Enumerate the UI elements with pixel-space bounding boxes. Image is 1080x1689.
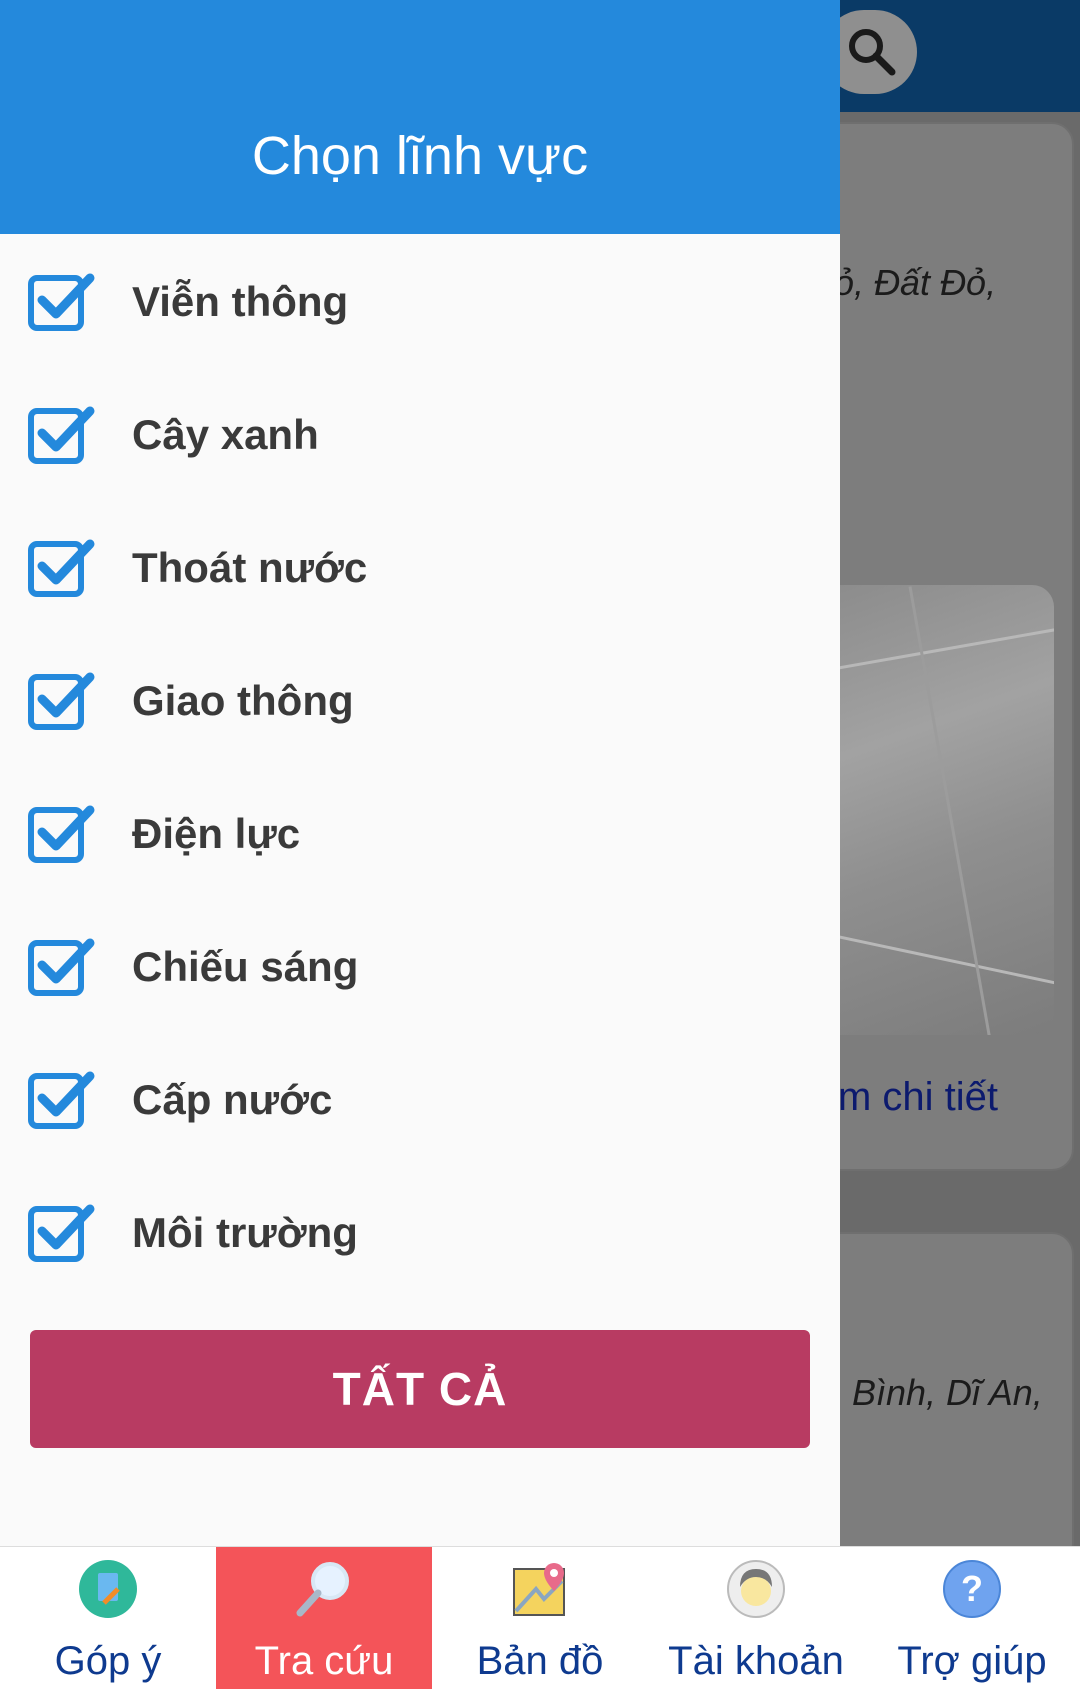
bottom-navigation: Góp ý Tra cứu Bản đồ Tài khoản ? Trợ giú… [0,1546,1080,1689]
category-item[interactable]: Cấp nước [0,1032,840,1165]
report-address: Bình, Dĩ An, [852,1372,1043,1413]
category-label: Môi trường [132,1209,358,1256]
category-drawer: Chọn lĩnh vực Viễn thông Cây xanh Thoát nư… [0,0,840,1546]
account-icon [727,1560,785,1618]
category-item[interactable]: Thoát nước [0,500,840,633]
drawer-title: Chọn lĩnh vực [251,126,589,186]
checkbox-checked-icon[interactable] [28,935,96,997]
category-item[interactable]: Giao thông [0,633,840,766]
checkbox-checked-icon[interactable] [28,270,96,332]
nav-feedback[interactable]: Góp ý [0,1547,216,1689]
category-label: Thoát nước [132,544,368,591]
nav-account[interactable]: Tài khoản [648,1547,864,1689]
report-address: ỏ, Đất Đỏ, [834,262,997,303]
category-label: Cây xanh [132,411,319,458]
checkbox-checked-icon[interactable] [28,1068,96,1130]
nav-label: Tài khoản [668,1639,844,1683]
nav-label: Bản đồ [476,1639,604,1683]
checkbox-checked-icon[interactable] [28,669,96,731]
category-label: Giao thông [132,677,354,724]
drawer-header: Chọn lĩnh vực [0,0,840,234]
help-icon: ? [943,1560,1001,1618]
nav-help[interactable]: ? Trợ giúp [864,1547,1080,1689]
magnifier-icon [296,1562,349,1617]
nav-map[interactable]: Bản đồ [432,1547,648,1689]
category-label: Viễn thông [132,278,349,325]
map-icon [513,1563,565,1616]
checkbox-checked-icon[interactable] [28,403,96,465]
category-label: Chiếu sáng [132,943,359,990]
category-item[interactable]: Môi trường [0,1165,840,1298]
nav-label: Tra cứu [254,1639,394,1683]
svg-text:?: ? [961,1568,983,1609]
category-item[interactable]: Chiếu sáng [0,899,840,1032]
nav-search[interactable]: Tra cứu [216,1547,432,1689]
checkbox-checked-icon[interactable] [28,1201,96,1263]
nav-label: Góp ý [54,1639,162,1683]
view-detail-link[interactable]: m chi tiết [838,1075,998,1120]
category-label: Cấp nước [132,1076,333,1123]
category-item[interactable]: Viễn thông [0,234,840,367]
nav-label: Trợ giúp [897,1639,1047,1683]
category-item[interactable]: Điện lực [0,766,840,899]
checkbox-checked-icon[interactable] [28,802,96,864]
checkbox-checked-icon[interactable] [28,536,96,598]
select-all-button[interactable]: TẤT CẢ [30,1330,810,1448]
search-icon [849,29,896,76]
category-item[interactable]: Cây xanh [0,367,840,500]
category-label: Điện lực [132,810,301,857]
feedback-icon [79,1560,137,1618]
